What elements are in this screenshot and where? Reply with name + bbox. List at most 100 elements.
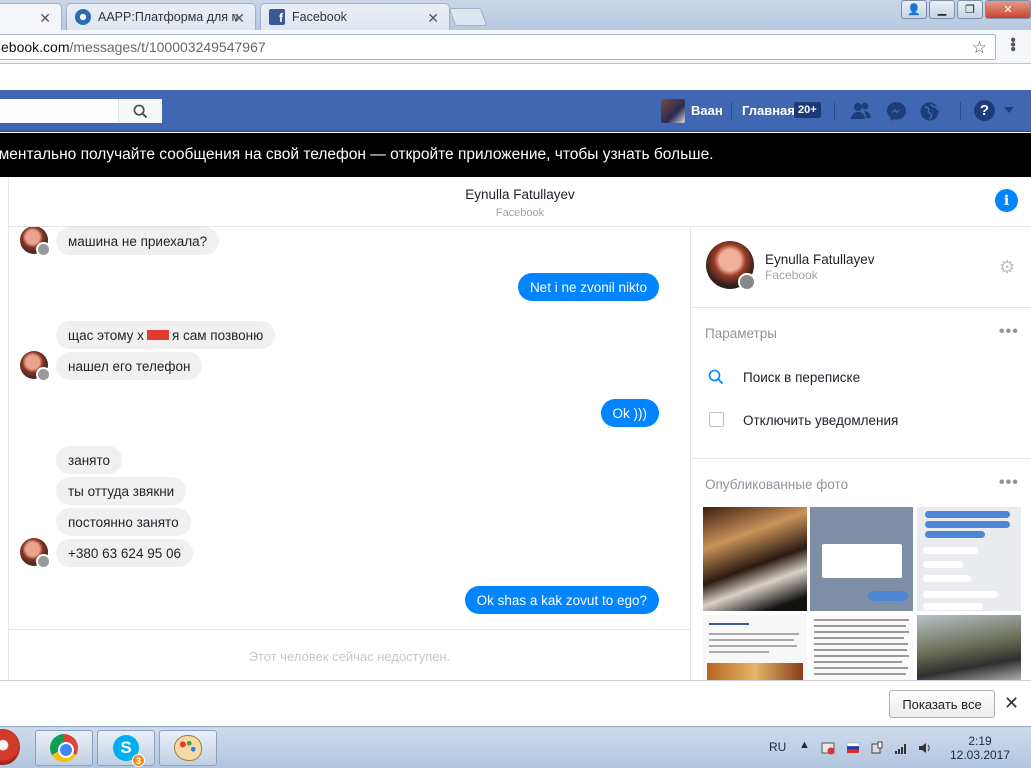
contact-avatar[interactable] <box>20 538 51 569</box>
tray-expand-icon[interactable]: ▲ <box>799 739 810 751</box>
user-avatar[interactable] <box>661 99 685 123</box>
gear-icon[interactable]: ⚙ <box>999 257 1015 278</box>
message-bubble-outgoing[interactable]: Ok shas a kak zovut to ego? <box>464 586 659 614</box>
contact-avatar[interactable] <box>20 227 51 257</box>
photo-content <box>814 643 908 645</box>
params-more-icon[interactable]: ••• <box>999 323 1019 341</box>
messenger-icon[interactable] <box>885 100 907 122</box>
facebook-favicon-icon: f <box>269 9 285 25</box>
tray-app-icon[interactable] <box>821 741 835 755</box>
taskbar-skype[interactable]: S3 <box>97 730 155 767</box>
message-bubble-incoming[interactable]: +380 63 624 95 06 <box>56 539 193 567</box>
photo-content <box>923 591 998 598</box>
message-bubble-incoming[interactable]: постоянно занято <box>56 508 191 536</box>
keyboard-flag-icon[interactable] <box>846 741 860 755</box>
photo-content <box>814 631 909 633</box>
photo-content <box>814 649 907 651</box>
new-tab-button[interactable] <box>448 8 488 26</box>
message-bubble-outgoing[interactable]: Ok ))) <box>600 399 659 427</box>
tab-close-icon[interactable]: ✕ <box>427 10 439 27</box>
window-close-button[interactable]: ✕ <box>985 0 1031 19</box>
photo-content <box>923 561 963 568</box>
tab-label: Facebook <box>292 10 347 24</box>
shared-photo[interactable] <box>917 615 1021 680</box>
photo-content <box>868 591 908 601</box>
windows-taskbar: S3 RU ▲ 2:19 12.03.2017 <box>0 726 1031 768</box>
browser-tab-facebook[interactable]: f Facebook ✕ <box>260 3 450 30</box>
bookmark-star-icon[interactable]: ☆ <box>972 38 987 58</box>
photo-content <box>925 521 1010 528</box>
friend-requests-icon[interactable] <box>850 100 872 122</box>
account-menu-caret-icon[interactable] <box>1004 107 1014 113</box>
photo-content <box>814 625 906 627</box>
browser-tab-aapp[interactable]: AAPP:Платформа для м ✕ <box>66 3 256 30</box>
shared-photo[interactable] <box>810 507 913 611</box>
language-indicator[interactable]: RU <box>769 740 786 754</box>
conversation-subtitle: Facebook <box>495 207 545 219</box>
photo-content <box>923 603 983 610</box>
start-button[interactable] <box>0 729 20 765</box>
page-top-spacer <box>0 64 1031 90</box>
browser-menu-icon[interactable]: ••• <box>1003 37 1021 51</box>
facebook-search-input[interactable] <box>0 99 162 123</box>
network-signal-icon[interactable] <box>894 741 908 755</box>
clock-date: 12.03.2017 <box>949 748 1011 762</box>
shared-photo[interactable] <box>917 507 1021 611</box>
maximize-button[interactable]: ❐ <box>957 0 983 19</box>
info-icon[interactable]: i <box>995 189 1018 212</box>
message-bubble-incoming[interactable]: нашел его телефон <box>56 352 203 380</box>
show-all-button[interactable]: Показать все <box>889 690 995 718</box>
message-bubble-incoming[interactable]: ты оттуда звякни <box>56 477 187 505</box>
search-in-conversation[interactable]: Поиск в переписке <box>743 370 860 385</box>
photo-content <box>814 655 909 657</box>
banner-text: оментально получайте сообщения на свой т… <box>0 146 714 163</box>
photo-content <box>814 673 906 675</box>
browser-tab-current[interactable]: ✕ <box>0 3 62 30</box>
home-link[interactable]: Главная <box>742 103 795 118</box>
divider <box>731 102 732 120</box>
params-section-title: Параметры <box>705 326 777 341</box>
minimize-button[interactable]: ▁ <box>929 0 955 19</box>
window-controls: 👤 ▁ ❐ ✕ <box>901 0 1031 19</box>
divider <box>834 102 835 120</box>
profile-link[interactable]: Ваан <box>691 103 723 118</box>
tab-close-icon[interactable]: ✕ <box>233 10 245 27</box>
help-icon[interactable]: ? <box>974 100 995 121</box>
shared-photo[interactable] <box>703 507 807 611</box>
mute-notifications-label[interactable]: Отключить уведомления <box>743 413 898 428</box>
photos-more-icon[interactable]: ••• <box>999 474 1019 492</box>
conversation-header: Eynulla Fatullayev Facebook <box>9 177 1031 227</box>
address-bar[interactable]: ebook.com/messages/t/100003249547967 ☆ <box>0 34 996 60</box>
taskbar-chrome[interactable] <box>35 730 93 766</box>
close-icon[interactable]: ✕ <box>1004 693 1019 714</box>
photo-content <box>923 547 978 554</box>
contact-name[interactable]: Eynulla Fatullayev <box>765 252 875 267</box>
message-bubble-incoming[interactable]: машина не приехала? <box>56 227 220 255</box>
volume-icon[interactable] <box>918 741 932 755</box>
contact-avatar-large[interactable] <box>706 241 756 291</box>
divider <box>691 458 1031 459</box>
user-profile-icon[interactable]: 👤 <box>901 0 927 19</box>
message-thread[interactable]: машина не приехала? Net i ne zvonil nikt… <box>9 227 690 629</box>
tray-clock[interactable]: 2:19 12.03.2017 <box>940 734 1020 762</box>
message-bubble-incoming[interactable]: щас этому х я сам позвоню <box>56 321 276 349</box>
tab-close-icon[interactable]: ✕ <box>39 10 51 27</box>
browser-toolbar: ebook.com/messages/t/100003249547967 ☆ •… <box>0 30 1031 64</box>
shared-photo[interactable] <box>703 615 807 680</box>
notifications-globe-icon[interactable] <box>918 100 940 122</box>
photo-content <box>814 667 908 669</box>
search-button[interactable] <box>118 99 162 123</box>
conversation-title[interactable]: Eynulla Fatullayev <box>9 187 1031 202</box>
shared-photo[interactable] <box>810 615 913 680</box>
message-bubble-incoming[interactable]: занято <box>56 446 123 474</box>
message-bubble-outgoing[interactable]: Net i ne zvonil nikto <box>517 273 659 301</box>
divider <box>691 307 1031 308</box>
photo-content <box>709 633 799 635</box>
mute-notifications-checkbox[interactable] <box>709 412 724 427</box>
safely-remove-icon[interactable] <box>870 741 884 755</box>
contact-avatar[interactable] <box>20 351 51 382</box>
photo-content <box>709 645 797 647</box>
app-promo-banner[interactable]: оментально получайте сообщения на свой т… <box>0 133 1031 177</box>
taskbar-paint[interactable] <box>159 730 217 766</box>
download-bar: Показать все ✕ <box>0 680 1031 726</box>
